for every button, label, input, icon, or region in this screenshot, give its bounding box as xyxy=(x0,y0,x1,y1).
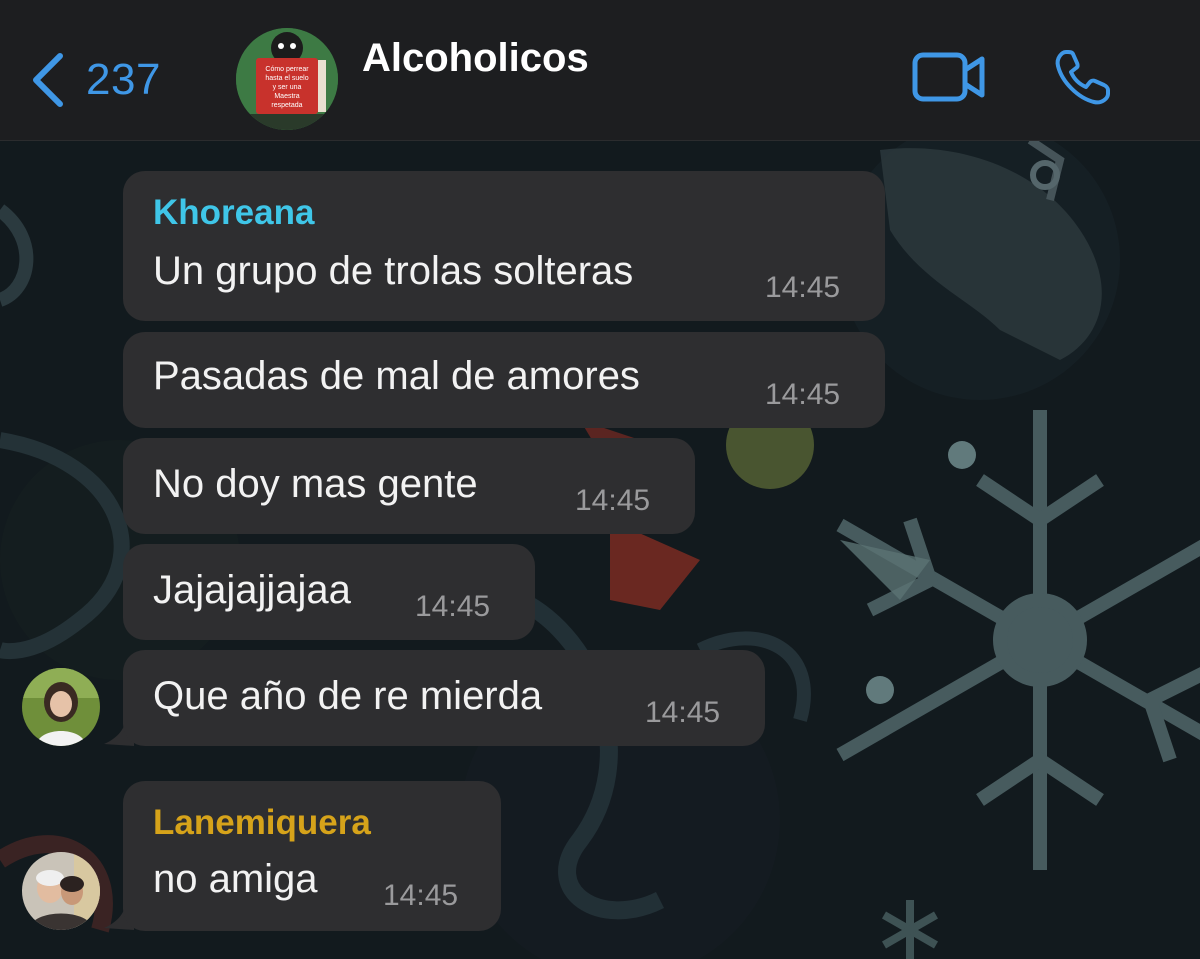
message-text: Que año de re mierda xyxy=(153,674,543,718)
avatar-caption-0: Cómo perrear xyxy=(265,66,309,73)
message-bubble[interactable]: Que año de re mierda 14:45 xyxy=(123,650,765,746)
message-bubble[interactable]: No doy mas gente 14:45 xyxy=(123,438,695,534)
chat-header: 237 Cómo perrear hasta el suelo y ser un… xyxy=(0,0,1200,141)
sender-name[interactable]: Lanemiquera xyxy=(153,803,371,843)
avatar-photo xyxy=(22,668,100,746)
sender-avatar[interactable] xyxy=(22,852,100,930)
avatar-caption-4: respetada xyxy=(271,102,302,109)
message-time: 14:45 xyxy=(415,590,491,623)
group-avatar-image: Cómo perrear hasta el suelo y ser una Ma… xyxy=(236,28,338,130)
sender-name[interactable]: Khoreana xyxy=(153,193,314,233)
message-bubble[interactable]: Jajajajjajaa 14:45 xyxy=(123,544,535,640)
message-time: 14:45 xyxy=(765,271,841,304)
message-text: No doy mas gente xyxy=(153,462,478,506)
chat-screen: 237 Cómo perrear hasta el suelo y ser un… xyxy=(0,0,1200,959)
sender-avatar[interactable] xyxy=(22,668,100,746)
message-text: Pasadas de mal de amores xyxy=(153,354,640,398)
message-bubble[interactable]: Khoreana Un grupo de trolas solteras 14:… xyxy=(123,171,885,321)
avatar-caption-3: Maestra xyxy=(274,93,299,100)
avatar-photo xyxy=(22,852,100,930)
phone-icon xyxy=(1055,50,1110,105)
back-button[interactable]: 237 xyxy=(30,50,161,110)
message-bubble[interactable]: Lanemiquera no amiga 14:45 xyxy=(123,781,501,931)
video-camera-icon xyxy=(912,52,985,102)
message-time: 14:45 xyxy=(383,879,459,912)
unread-count: 237 xyxy=(86,55,161,104)
avatar-caption-2: y ser una xyxy=(273,84,302,91)
message-time: 14:45 xyxy=(765,378,841,411)
voice-call-button[interactable] xyxy=(1052,48,1112,108)
group-title[interactable]: Alcoholicos xyxy=(362,36,589,81)
message-time: 14:45 xyxy=(575,484,651,517)
message-text: Un grupo de trolas solteras xyxy=(153,249,634,293)
message-text: Jajajajjajaa xyxy=(153,568,351,612)
group-avatar[interactable]: Cómo perrear hasta el suelo y ser una Ma… xyxy=(236,28,338,130)
avatar-caption-1: hasta el suelo xyxy=(265,75,308,82)
video-call-button[interactable] xyxy=(912,52,986,102)
message-time: 14:45 xyxy=(645,696,721,729)
message-text: no amiga xyxy=(153,857,318,901)
chevron-left-icon xyxy=(33,53,63,107)
message-bubble[interactable]: Pasadas de mal de amores 14:45 xyxy=(123,332,885,428)
